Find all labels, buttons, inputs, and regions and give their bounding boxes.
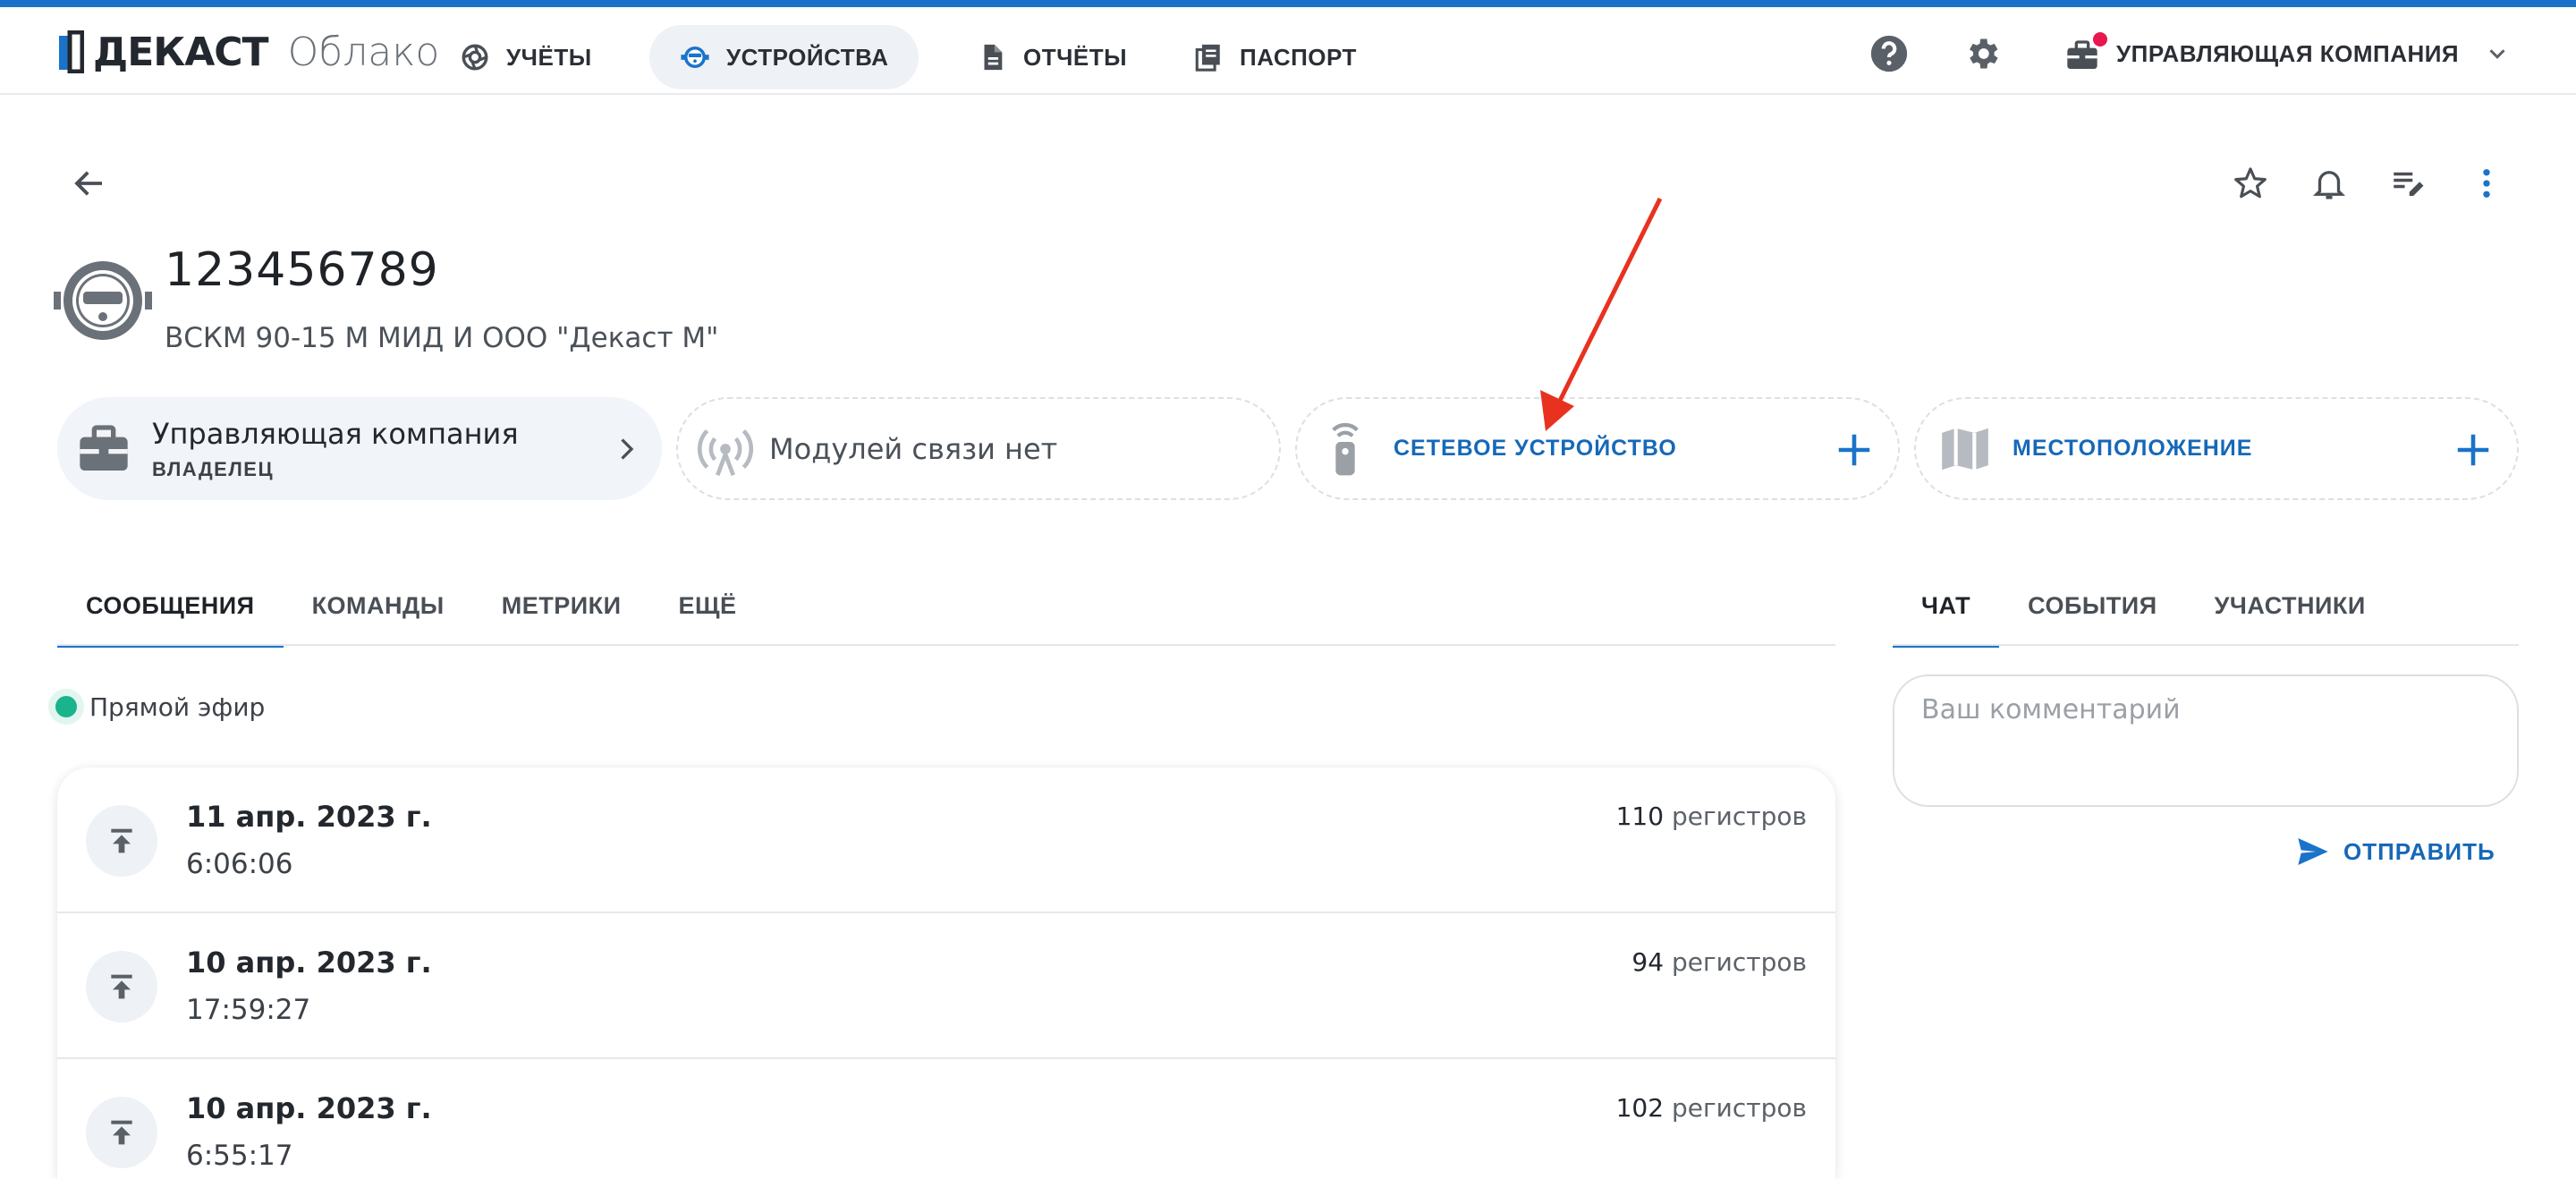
antenna-icon: [697, 428, 754, 476]
location-label: МЕСТОПОЛОЖЕНИЕ: [2012, 436, 2253, 461]
owner-role: ВЛАДЕЛЕЦ: [152, 457, 275, 480]
settings-button[interactable]: [1959, 30, 2005, 77]
upload-icon: [86, 951, 157, 1022]
gear-icon: [1970, 38, 1998, 69]
briefcase-icon: [2064, 32, 2107, 73]
nav-item-accounts[interactable]: УЧЁТЫ: [429, 25, 623, 89]
map-icon: [1942, 428, 1988, 470]
device-tabs: СООБЩЕНИЯ КОМАНДЫ МЕТРИКИ ЕЩЁ: [57, 565, 766, 648]
tab-events[interactable]: СОБЫТИЯ: [1999, 565, 2185, 646]
remote-control-icon: [1332, 422, 1359, 475]
tab-metrics[interactable]: МЕТРИКИ: [473, 565, 650, 646]
top-accent-bar: [0, 0, 2576, 7]
tabs-divider: [57, 644, 1835, 646]
device-title: 123456789: [165, 243, 439, 297]
upload-icon: [86, 1097, 157, 1168]
comment-box: [1893, 674, 2519, 807]
meter-icon: [681, 46, 709, 69]
brand-logo-icon: [59, 30, 84, 73]
edit-notes-button[interactable]: [2381, 157, 2435, 210]
tab-participants[interactable]: УЧАСТНИКИ: [2186, 565, 2394, 646]
notification-dot: [2093, 32, 2107, 47]
live-indicator: [48, 689, 84, 725]
brand-product: Облако: [287, 29, 440, 75]
brand-logo[interactable]: ДЕКАСТ Облако: [57, 25, 439, 79]
favorite-button[interactable]: [2224, 157, 2277, 210]
add-location-icon[interactable]: [2453, 429, 2494, 471]
edit-notes-icon: [2394, 172, 2424, 196]
top-navbar: ДЕКАСТ Облако УЧЁТЫ УСТРОЙСТВА ОТЧЁТЫ ПА…: [0, 7, 2576, 95]
more-menu-button[interactable]: [2460, 157, 2513, 210]
nav-item-reports[interactable]: ОТЧЁТЫ: [946, 25, 1157, 89]
modules-text: Модулей связи нет: [769, 431, 1058, 466]
device-meter-icon: [54, 261, 152, 340]
bell-icon: [2312, 171, 2346, 199]
nav-item-passport[interactable]: ПАСПОРТ: [1163, 25, 1387, 89]
message-date: 10 апр. 2023 г.: [186, 1091, 432, 1125]
message-date: 11 апр. 2023 г.: [186, 800, 432, 834]
location-card[interactable]: МЕСТОПОЛОЖЕНИЕ: [1914, 397, 2519, 500]
message-time: 6:55:17: [186, 1140, 293, 1172]
live-label: Прямой эфир: [89, 691, 266, 722]
send-label: ОТПРАВИТЬ: [2343, 837, 2496, 865]
messages-list: 11 апр. 2023 г. 6:06:06 110 регистров 10…: [57, 768, 1835, 1179]
send-icon: [2298, 838, 2328, 865]
nav-item-label: ПАСПОРТ: [1240, 43, 1357, 71]
add-network-device-icon[interactable]: [1834, 429, 1875, 471]
owner-name: Управляющая компания: [152, 416, 519, 451]
send-button[interactable]: ОТПРАВИТЬ: [2295, 834, 2496, 869]
device-subtitle: ВСКМ 90-15 М МИД И ООО "Декаст М": [165, 322, 719, 354]
brand-name: ДЕКАСТ: [93, 29, 269, 75]
list-item[interactable]: 11 апр. 2023 г. 6:06:06 110 регистров: [57, 768, 1835, 913]
live-toggle[interactable]: Прямой эфир: [48, 689, 265, 725]
modules-card[interactable]: Модулей связи нет: [676, 397, 1281, 500]
register-count: 94 регистров: [1631, 947, 1807, 977]
nav-item-label: ОТЧЁТЫ: [1023, 43, 1128, 71]
company-switcher[interactable]: УПРАВЛЯЮЩАЯ КОМПАНИЯ: [2064, 27, 2511, 81]
chevron-down-icon: [2489, 49, 2505, 59]
library-icon: [1195, 44, 1220, 72]
message-time: 17:59:27: [186, 994, 311, 1026]
nav-item-label: УСТРОЙСТВА: [726, 43, 889, 71]
help-button[interactable]: [1866, 30, 1912, 77]
message-time: 6:06:06: [186, 848, 293, 880]
tab-commands[interactable]: КОМАНДЫ: [284, 565, 473, 646]
star-icon: [2234, 167, 2267, 199]
briefcase-icon: [80, 424, 128, 471]
chat-tabs-divider: [1893, 644, 2519, 646]
aperture-icon: [462, 44, 488, 71]
list-item[interactable]: 10 апр. 2023 г. 6:55:17 102 регистров: [57, 1059, 1835, 1179]
comment-input[interactable]: [1919, 692, 2496, 785]
upload-icon: [86, 805, 157, 877]
network-device-label: СЕТЕВОЕ УСТРОЙСТВО: [1394, 436, 1677, 461]
tab-messages[interactable]: СООБЩЕНИЯ: [57, 565, 284, 648]
register-count: 102 регистров: [1615, 1093, 1807, 1123]
notifications-button[interactable]: [2302, 157, 2356, 210]
company-label: УПРАВЛЯЮЩАЯ КОМПАНИЯ: [2116, 39, 2460, 67]
nav-item-devices[interactable]: УСТРОЙСТВА: [649, 25, 919, 89]
help-icon: [1870, 35, 1908, 72]
register-count: 110 регистров: [1615, 802, 1807, 831]
tab-chat[interactable]: ЧАТ: [1893, 565, 2000, 648]
tab-more[interactable]: ЕЩЁ: [650, 565, 766, 646]
more-vertical-icon: [2483, 169, 2490, 198]
arrow-back-icon: [74, 171, 102, 196]
document-icon: [984, 44, 1003, 71]
back-button[interactable]: [63, 157, 116, 210]
list-item[interactable]: 10 апр. 2023 г. 17:59:27 94 регистров: [57, 913, 1835, 1059]
chat-tabs: ЧАТ СОБЫТИЯ УЧАСТНИКИ: [1893, 565, 2394, 648]
nav-item-label: УЧЁТЫ: [506, 43, 592, 71]
message-date: 10 апр. 2023 г.: [186, 946, 432, 980]
annotation-arrow: [1540, 197, 1663, 431]
owner-card[interactable]: Управляющая компания ВЛАДЕЛЕЦ: [57, 397, 662, 500]
chevron-right-icon: [621, 438, 634, 460]
